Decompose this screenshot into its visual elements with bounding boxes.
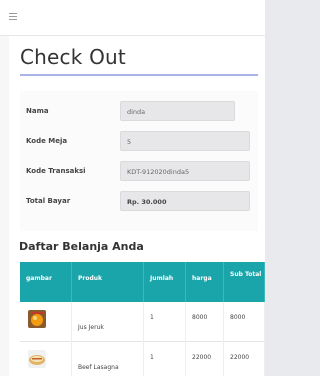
product-name: Beef Lasagna [72,342,144,376]
nama-field[interactable]: dinda [120,101,235,121]
page: Check Out Nama dinda Kode Meja 5 Kode Tr… [0,0,265,376]
col-subtotal: Sub Total [224,262,265,302]
product-price: 22000 [186,342,224,376]
juice-product-image [28,310,46,328]
product-name: Jus Jeruk [72,302,144,342]
nama-label: Nama [26,107,49,115]
kode-transaksi-field[interactable]: KDT-912020dinda5 [120,161,250,181]
nama-row: Nama dinda [20,101,258,127]
title-divider [20,74,258,76]
checkout-card: Check Out Nama dinda Kode Meja 5 Kode Tr… [9,36,265,376]
product-image-cell [20,302,72,342]
hamburger-icon[interactable] [9,13,17,21]
col-harga: harga [186,262,224,302]
kode-meja-row: Kode Meja 5 [20,131,258,157]
top-bar [0,0,265,36]
total-bayar-label: Total Bayar [26,197,71,205]
product-price: 8000 [186,302,224,342]
checkout-form: Nama dinda Kode Meja 5 Kode Transaksi KD… [20,91,258,231]
product-image-cell [20,342,72,376]
kode-transaksi-row: Kode Transaksi KDT-912020dinda5 [20,161,258,187]
kode-transaksi-label: Kode Transaksi [26,167,86,175]
cart-title: Daftar Belanja Anda [19,240,144,253]
page-title: Check Out [20,45,126,69]
product-qty: 1 [144,302,186,342]
col-gambar: gambar [20,262,72,302]
total-bayar-field[interactable]: Rp. 30.000 [120,191,250,211]
cart-table-header: gambar Produk Jumlah harga Sub Total [20,262,265,302]
total-bayar-row: Total Bayar Rp. 30.000 [20,191,258,217]
product-subtotal: 8000 [224,302,265,342]
table-row: Beef Lasagna 1 22000 22000 [20,342,265,376]
product-qty: 1 [144,342,186,376]
col-jumlah: Jumlah [144,262,186,302]
col-produk: Produk [72,262,144,302]
table-row: Jus Jeruk 1 8000 8000 [20,302,265,342]
food-product-image [28,350,46,368]
kode-meja-label: Kode Meja [26,137,68,145]
product-subtotal: 22000 [224,342,265,376]
kode-meja-field[interactable]: 5 [120,131,250,151]
